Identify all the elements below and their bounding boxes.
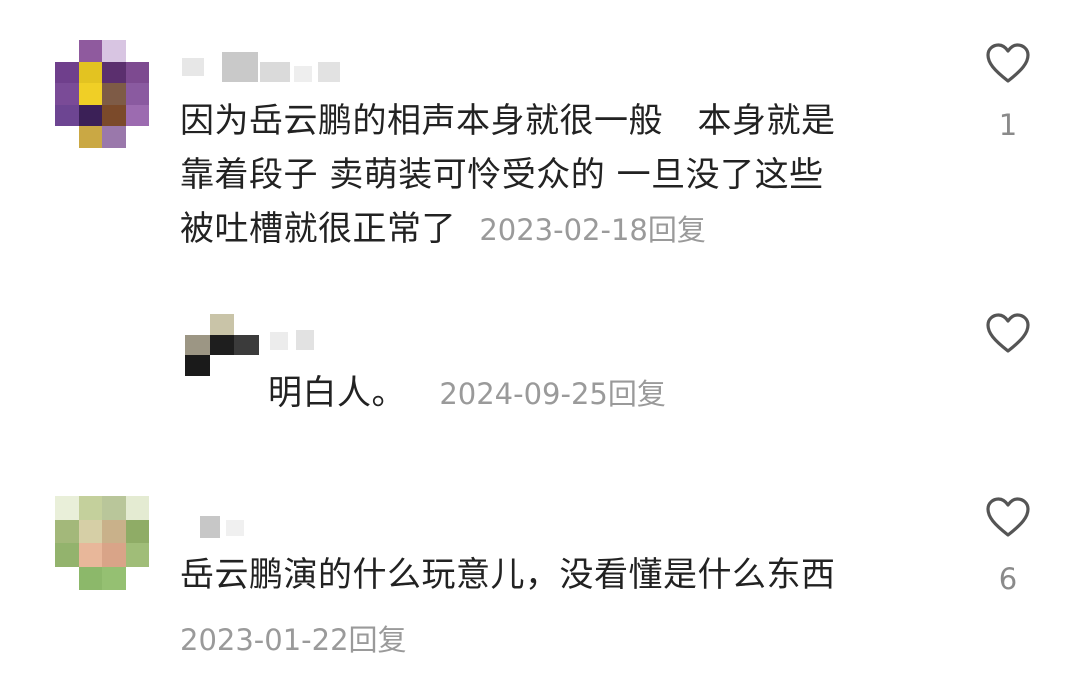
- comment-line: 因为岳云鹏的相声本身就很一般 本身就是: [180, 101, 836, 141]
- username[interactable]: [182, 52, 342, 82]
- heart-outline-icon: [986, 313, 1030, 353]
- reply-button[interactable]: 回复: [648, 213, 706, 247]
- heart-outline-icon: [986, 43, 1030, 83]
- reply-date: 2024-09-25: [439, 377, 608, 411]
- avatar[interactable]: [55, 496, 149, 590]
- username[interactable]: [200, 512, 250, 542]
- reply-button[interactable]: 回复: [608, 377, 666, 411]
- reply-text: 明白人。 2024-09-25回复: [268, 366, 666, 421]
- comment-line-text: 被吐槽就很正常了: [180, 209, 456, 249]
- avatar[interactable]: [55, 40, 149, 148]
- like-button[interactable]: [978, 312, 1038, 354]
- like-button[interactable]: 1: [978, 42, 1038, 142]
- comment-line: 靠着段子 卖萌装可怜受众的 一旦没了这些: [180, 155, 824, 195]
- username[interactable]: [270, 326, 320, 356]
- comment-line: 被吐槽就很正常了 2023-02-18回复: [180, 202, 836, 257]
- comment-line: 岳云鹏演的什么玩意儿，没看懂是什么东西: [180, 555, 836, 595]
- like-count: 6: [998, 562, 1018, 596]
- comment-meta: 2023-01-22回复: [180, 612, 407, 667]
- comment-text: 因为岳云鹏的相声本身就很一般 本身就是 靠着段子 卖萌装可怜受众的 一旦没了这些…: [180, 94, 836, 257]
- comment-date: 2023-01-22: [180, 623, 349, 657]
- reply-button[interactable]: 回复: [349, 623, 407, 657]
- avatar[interactable]: [185, 314, 259, 376]
- reply-text-content: 明白人。: [268, 373, 406, 413]
- heart-outline-icon: [986, 497, 1030, 537]
- like-count: 1: [998, 108, 1018, 142]
- comment-date: 2023-02-18: [479, 213, 648, 247]
- like-button[interactable]: 6: [978, 496, 1038, 596]
- comment-text: 岳云鹏演的什么玩意儿，没看懂是什么东西: [180, 548, 836, 602]
